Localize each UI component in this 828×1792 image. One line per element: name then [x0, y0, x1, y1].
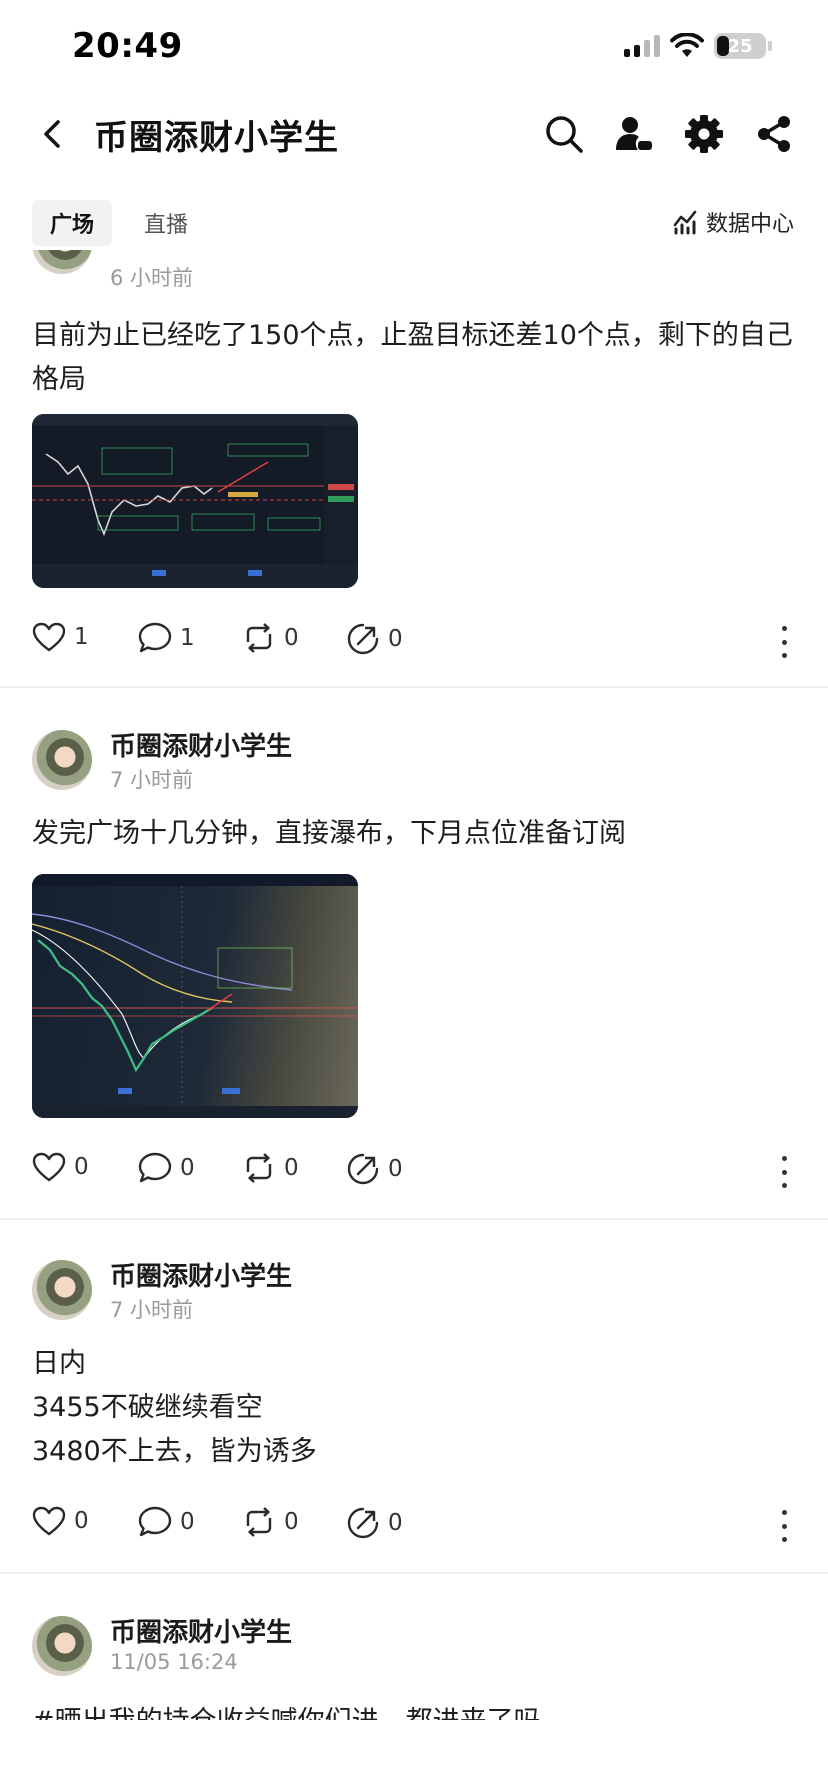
post-text[interactable]: 日内 3455不破继续看空 3480不上去，皆为诱多 [32, 1342, 802, 1474]
like-button[interactable]: 0 [32, 1506, 89, 1536]
share-arrow-icon [347, 1507, 379, 1539]
share-icon [758, 116, 790, 152]
repost-count: 0 [284, 1509, 299, 1535]
post-text-line: 3480不上去，皆为诱多 [32, 1436, 317, 1467]
data-center-button[interactable]: 数据中心 [672, 206, 794, 238]
avatar[interactable] [32, 250, 92, 274]
post-card: 币圈添财小学生 11/05 16:24 #晒出我的持仓收益喊你们进，都进来了吗 [0, 1616, 828, 1720]
comment-icon [138, 622, 172, 653]
back-button[interactable] [30, 112, 74, 156]
repost-icon [246, 1507, 272, 1537]
post-author[interactable]: 币圈添财小学生 [110, 1256, 292, 1293]
post-actions: 0 0 0 0 [0, 1152, 828, 1192]
post-actions: 1 1 0 0 [0, 622, 828, 662]
avatar[interactable] [32, 1260, 92, 1320]
post-text-line: 日内 [32, 1348, 86, 1379]
search-button[interactable] [542, 112, 586, 156]
user-icon [616, 117, 652, 150]
repost-icon [246, 623, 272, 653]
more-options-button[interactable] [774, 1156, 794, 1188]
post-time: 7 小时前 [110, 1298, 194, 1322]
tab-square[interactable]: 广场 [32, 200, 113, 246]
share-post-button[interactable]: 0 [346, 1506, 403, 1540]
battery-level: 25 [727, 35, 753, 57]
post-author[interactable]: 币圈添财小学生 [110, 1616, 292, 1649]
post-text[interactable]: 发完广场十几分钟，直接瀑布，下月点位准备订阅 [32, 812, 802, 856]
repost-button[interactable]: 0 [242, 1152, 299, 1184]
cellular-signal-icon [624, 35, 660, 57]
header: 币圈添财小学生 [0, 96, 828, 172]
post-author[interactable]: 币圈添财小学生 [110, 726, 292, 763]
profile-button[interactable] [612, 112, 656, 156]
page-title: 币圈添财小学生 [94, 118, 339, 158]
share-count: 0 [388, 626, 403, 652]
share-button[interactable] [752, 112, 796, 156]
post-time: 7 小时前 [110, 768, 194, 792]
search-icon [546, 116, 583, 153]
comment-count: 1 [180, 625, 195, 651]
comment-button[interactable]: 1 [138, 622, 195, 654]
post-image-chart[interactable] [32, 874, 358, 1118]
comment-count: 0 [180, 1155, 195, 1181]
chevron-left-icon [44, 120, 60, 148]
avatar[interactable] [32, 730, 92, 790]
repost-count: 0 [284, 1155, 299, 1181]
like-count: 0 [74, 1508, 89, 1534]
repost-button[interactable]: 0 [242, 1506, 299, 1538]
comment-button[interactable]: 0 [138, 1506, 195, 1538]
like-button[interactable]: 1 [32, 622, 89, 652]
like-button[interactable]: 0 [32, 1152, 89, 1182]
repost-count: 0 [284, 625, 299, 651]
share-arrow-icon [347, 1153, 379, 1185]
status-time: 20:49 [72, 26, 183, 66]
share-count: 0 [388, 1156, 403, 1182]
heart-icon [32, 1152, 66, 1182]
status-icons: 25 [624, 30, 772, 62]
tab-bar: 广场 直播 数据中心 [0, 194, 828, 250]
share-count: 0 [388, 1510, 403, 1536]
post-time: 6 小时前 [110, 266, 194, 290]
post-divider [0, 1218, 828, 1220]
comment-button[interactable]: 0 [138, 1152, 195, 1184]
post-divider [0, 1572, 828, 1574]
battery-icon: 25 [714, 33, 766, 59]
more-options-button[interactable] [774, 1510, 794, 1542]
post-text[interactable]: #晒出我的持仓收益喊你们进，都进来了吗 [32, 1700, 802, 1720]
data-center-label: 数据中心 [705, 212, 794, 237]
feed: 6 小时前 目前为止已经吃了150个点，止盈目标还差10个点，剩下的自己格局 1… [0, 250, 828, 1720]
settings-button[interactable] [682, 112, 726, 156]
status-bar: 20:49 25 [0, 0, 828, 90]
tab-live[interactable]: 直播 [126, 200, 206, 246]
gear-icon [685, 115, 723, 153]
like-count: 0 [74, 1154, 89, 1180]
share-arrow-icon [347, 623, 379, 655]
comment-icon [138, 1506, 172, 1537]
post-card: 币圈添财小学生 7 小时前 发完广场十几分钟，直接瀑布，下月点位准备订阅 0 0… [0, 730, 828, 1290]
post-text-line: 3455不破继续看空 [32, 1392, 263, 1423]
post-actions: 0 0 0 0 [0, 1506, 828, 1546]
post-card: 币圈添财小学生 7 小时前 日内 3455不破继续看空 3480不上去，皆为诱多… [0, 1260, 828, 1600]
post-image-chart[interactable] [32, 414, 358, 588]
more-options-button[interactable] [774, 626, 794, 658]
like-count: 1 [74, 624, 89, 650]
avatar[interactable] [32, 1616, 92, 1676]
post-divider [0, 686, 828, 688]
repost-icon [246, 1153, 272, 1183]
heart-icon [32, 622, 66, 652]
post-time: 11/05 16:24 [110, 1650, 238, 1674]
battery-tip [768, 41, 772, 51]
repost-button[interactable]: 0 [242, 622, 299, 654]
share-post-button[interactable]: 0 [346, 1152, 403, 1186]
chart-icon [673, 210, 697, 235]
share-post-button[interactable]: 0 [346, 622, 403, 656]
wifi-icon [670, 33, 704, 57]
comment-count: 0 [180, 1509, 195, 1535]
comment-icon [138, 1152, 172, 1183]
post-text[interactable]: 目前为止已经吃了150个点，止盈目标还差10个点，剩下的自己格局 [32, 314, 802, 402]
heart-icon [32, 1506, 66, 1536]
